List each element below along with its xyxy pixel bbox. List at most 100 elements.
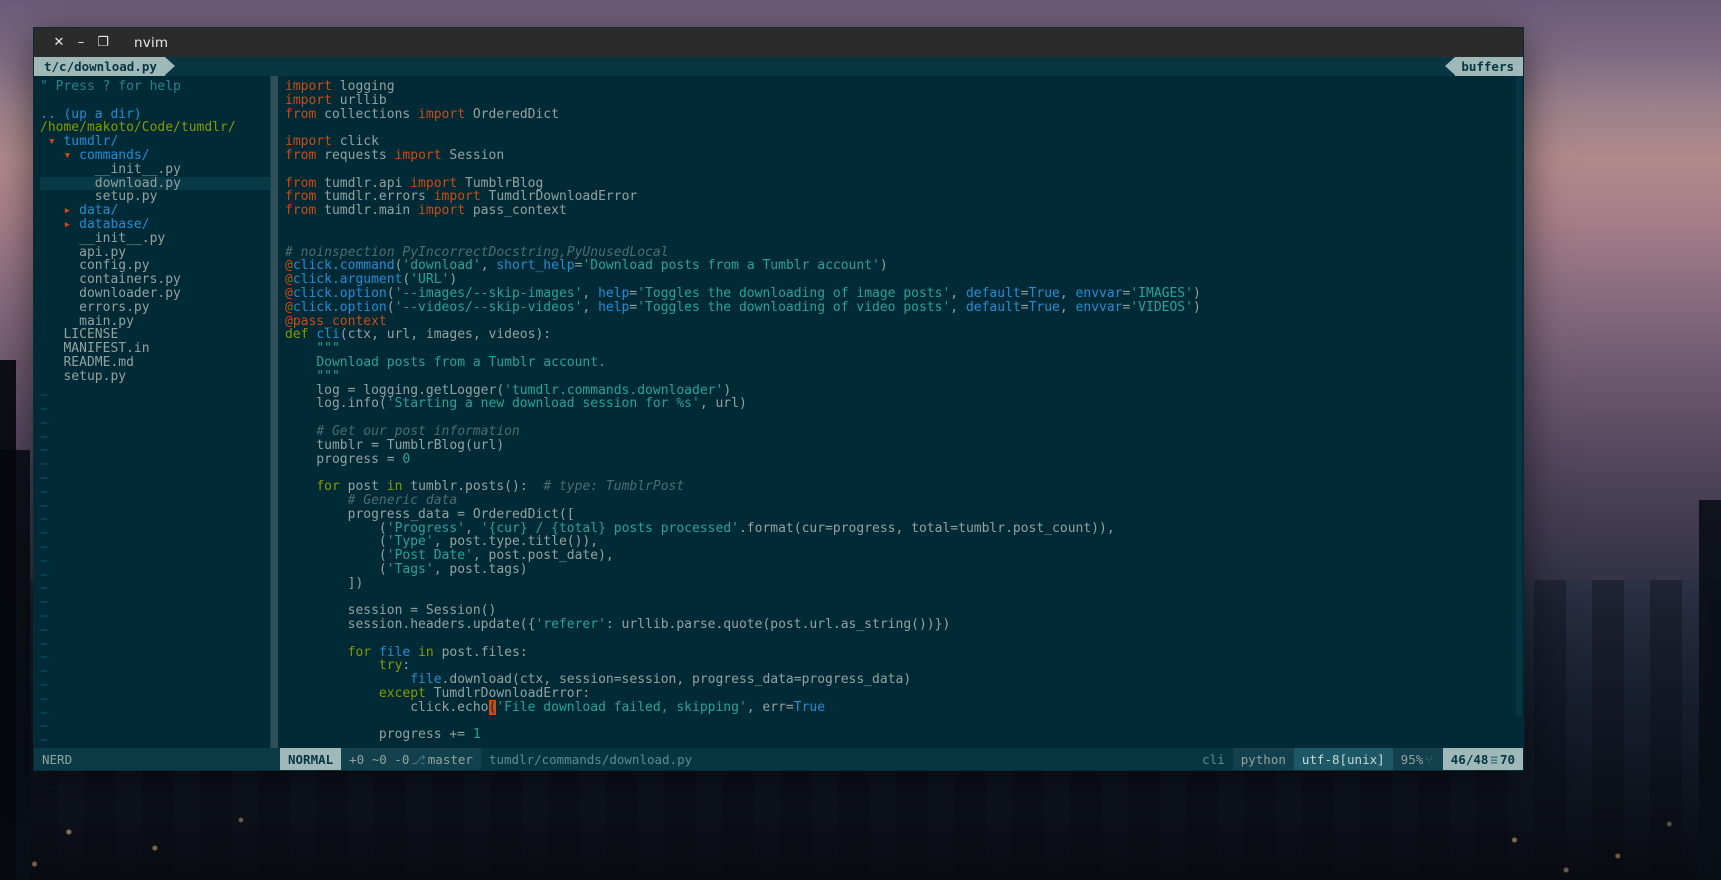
no-icon[interactable] [79, 189, 95, 204]
nerdtree-item-tumdlr-[interactable]: ▾ tumdlr/ [40, 135, 270, 149]
code-token: , [465, 520, 481, 536]
code-token: , post.post_date), [472, 548, 614, 564]
code-line: try: [285, 659, 1523, 673]
code-token: default [965, 299, 1021, 315]
minimize-icon[interactable]: – [70, 32, 92, 54]
code-token: # Generic data [347, 492, 458, 508]
code-token: 'IMAGES' [1130, 285, 1193, 301]
nerdtree-item-label: setup.py [63, 368, 127, 384]
nerdtree-item--init-py[interactable]: __init__.py [40, 162, 270, 177]
code-text[interactable]: import logging import urllib from collecti… [278, 76, 1523, 748]
no-icon[interactable] [63, 286, 79, 301]
empty-line-marker: ~ [40, 457, 48, 473]
chevron-right-icon[interactable]: ▸ [63, 203, 79, 218]
nerdtree-item-setup-py[interactable]: setup.py [40, 368, 270, 384]
tab-download-py[interactable]: t/c/download.py [34, 57, 175, 76]
chevron-down-icon[interactable]: ▾ [48, 134, 64, 149]
nerdtree-item-label: setup.py [94, 189, 158, 205]
code-token: in [386, 479, 411, 495]
nerdtree-item-containers-py[interactable]: containers.py [40, 273, 270, 287]
code-token: 'Post Date' [386, 548, 473, 564]
empty-line-marker: ~ [40, 678, 48, 694]
no-icon[interactable] [48, 341, 64, 356]
code-token: TumdlrDownloadError [488, 189, 638, 205]
no-icon[interactable] [63, 272, 79, 287]
code-token: 'tumdlr.commands.downloader' [504, 382, 724, 398]
nerdtree-item-data-[interactable]: ▸ data/ [40, 204, 270, 218]
empty-line-marker: ~ [40, 429, 48, 445]
no-icon[interactable] [48, 355, 64, 370]
close-icon[interactable]: ✕ [48, 32, 70, 54]
chevron-right-icon[interactable]: ▸ [63, 217, 79, 232]
code-token: in [418, 644, 442, 660]
nerdtree-item-label: config.py [79, 258, 150, 274]
git-stats: +0 ~0 -0 [349, 751, 410, 767]
code-line: @click.argument('URL') [285, 273, 1523, 287]
code-line: file.download(ctx, session=session, prog… [285, 673, 1523, 687]
nerdtree-help-hint: " Press ? for help [40, 79, 181, 94]
maximize-icon[interactable]: ❐ [92, 32, 114, 54]
nerdtree-item-errors-py[interactable]: errors.py [40, 300, 270, 315]
nerdtree-sidebar[interactable]: " Press ? for help .. (up a dir) /home/m… [34, 76, 270, 748]
code-token: 'Tags' [386, 561, 434, 577]
code-token: , [480, 258, 497, 274]
code-token: ) [1192, 285, 1201, 301]
nerdtree-item-main-py[interactable]: main.py [40, 313, 270, 329]
no-icon[interactable] [48, 369, 64, 384]
no-icon[interactable] [63, 314, 79, 329]
code-token: 'Download posts from a Tumblr account' [582, 258, 880, 274]
statusline-git: +0 ~0 -0 ⎇ master [341, 748, 481, 770]
empty-line-marker: ~ [40, 471, 48, 487]
nerdtree-item-config-py[interactable]: config.py [40, 259, 270, 273]
nerdtree-item-download-py[interactable]: download.py [40, 176, 270, 191]
code-token: = [1020, 285, 1029, 301]
nerdtree-item-setup-py[interactable]: setup.py [40, 190, 270, 204]
code-token: 'Progress' [386, 520, 466, 536]
nerdtree-item-api-py[interactable]: api.py [40, 244, 270, 260]
chevron-down-icon[interactable]: ▾ [63, 148, 79, 163]
no-icon[interactable] [79, 162, 95, 177]
nerdtree-item-label: api.py [79, 244, 127, 260]
no-icon[interactable] [63, 231, 79, 246]
nerdtree-item-downloader-py[interactable]: downloader.py [40, 287, 270, 301]
code-line: # noinspection PyIncorrectDocstring,PyUn… [285, 245, 1523, 260]
code-line: for file in post.files: [285, 644, 1523, 660]
empty-line-marker: ~ [40, 636, 48, 652]
no-icon[interactable] [79, 176, 95, 191]
no-icon[interactable] [48, 327, 64, 342]
nerdtree-item--init-py[interactable]: __init__.py [40, 231, 270, 246]
buffers-label[interactable]: buffers [1445, 57, 1523, 76]
nerdtree-item-commands-[interactable]: ▾ commands/ [40, 149, 270, 163]
code-token: 'Toggles the downloading of video posts' [637, 299, 951, 315]
nerdtree-item-license[interactable]: LICENSE [40, 328, 270, 342]
code-token: """ [316, 368, 340, 384]
nerdtree-item-label: main.py [79, 313, 134, 329]
nerdtree-up-a-dir[interactable]: .. (up a dir) [40, 107, 270, 122]
code-line: progress += 1 [285, 728, 1523, 742]
nerdtree-item-readme-md[interactable]: README.md [40, 356, 270, 370]
nerdtree-item-manifest-in[interactable]: MANIFEST.in [40, 342, 270, 356]
code-token: ( [285, 561, 387, 577]
empty-line-marker: ~ [40, 540, 48, 556]
nerdtree-item-database-[interactable]: ▸ database/ [40, 218, 270, 232]
tabline: t/c/download.py buffers [34, 57, 1523, 76]
nerdtree-item-label: containers.py [79, 272, 181, 288]
no-icon[interactable] [63, 258, 79, 273]
no-icon[interactable] [63, 245, 79, 260]
empty-line-marker: ~ [40, 622, 48, 638]
code-token: from [285, 189, 325, 205]
code-line: def cli(ctx, url, images, videos): [285, 328, 1523, 342]
scrollbar-thumb[interactable] [1516, 76, 1522, 716]
nerdtree-item-label: data/ [79, 203, 119, 219]
code-pane[interactable]: import logging import urllib from collecti… [271, 76, 1523, 748]
no-icon[interactable] [63, 300, 79, 315]
